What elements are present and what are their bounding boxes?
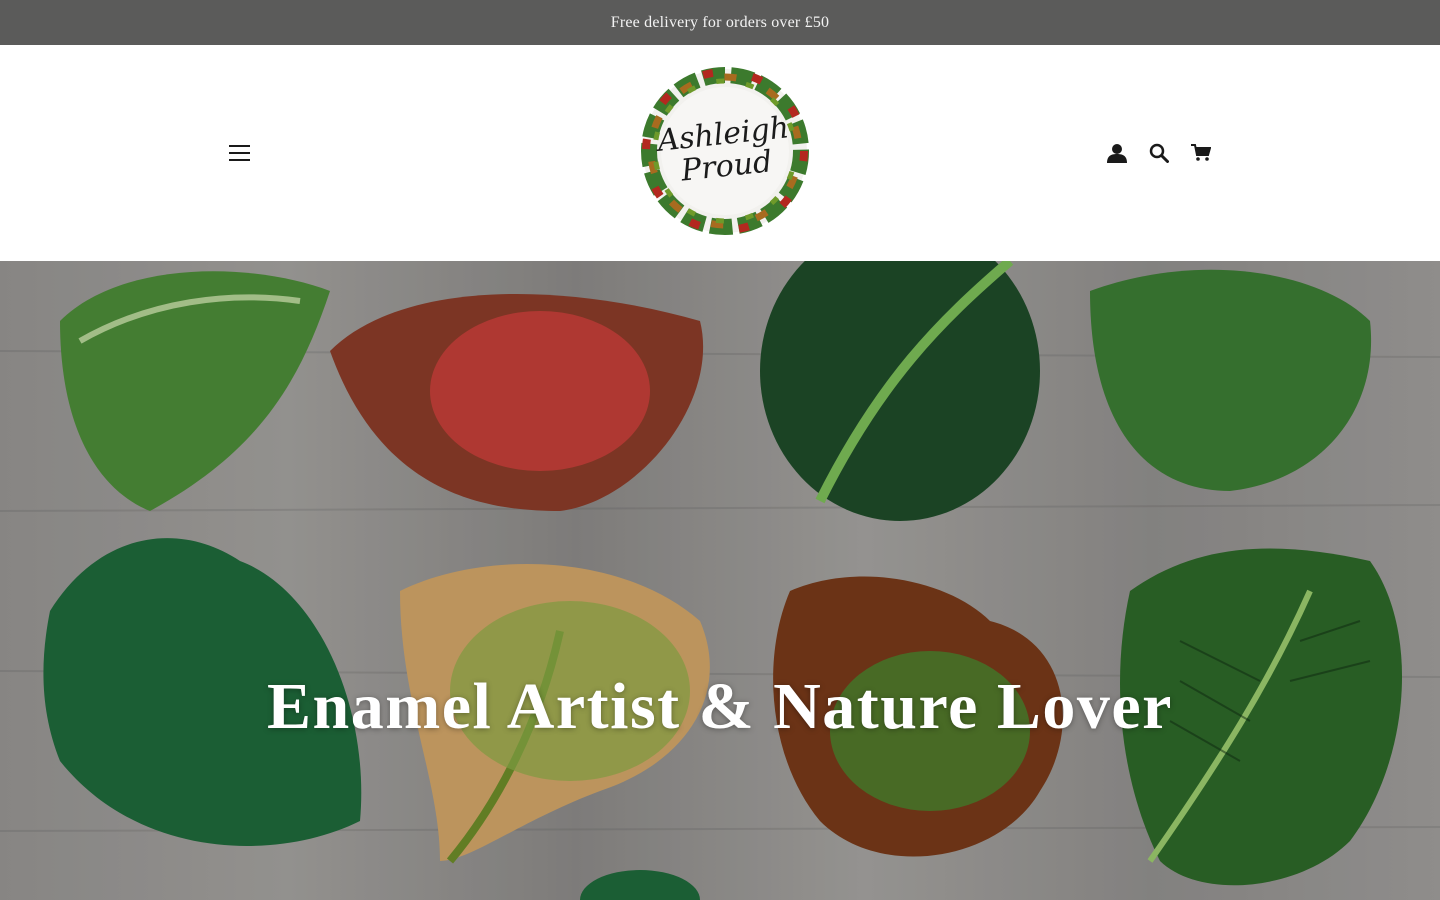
announcement-bar: Free delivery for orders over £50 — [0, 0, 1440, 45]
menu-icon-bar — [229, 159, 250, 161]
announcement-text: Free delivery for orders over £50 — [610, 13, 830, 31]
logo[interactable]: Ashleigh Proud — [600, 59, 850, 249]
hero-title: Enamel Artist & Nature Lover — [267, 670, 1173, 743]
cart-icon[interactable] — [1188, 140, 1214, 166]
account-icon[interactable] — [1104, 140, 1130, 166]
header-icons — [1104, 140, 1214, 166]
site-navigation-menu-button[interactable] — [226, 140, 254, 166]
hero-banner: Enamel Artist & Nature Lover — [0, 261, 1440, 900]
search-icon[interactable] — [1146, 140, 1172, 166]
menu-icon-bar — [229, 152, 250, 154]
site-header: Ashleigh Proud — [0, 45, 1440, 261]
menu-icon-bar — [229, 145, 250, 147]
enamel-leaves-image — [0, 261, 1440, 900]
